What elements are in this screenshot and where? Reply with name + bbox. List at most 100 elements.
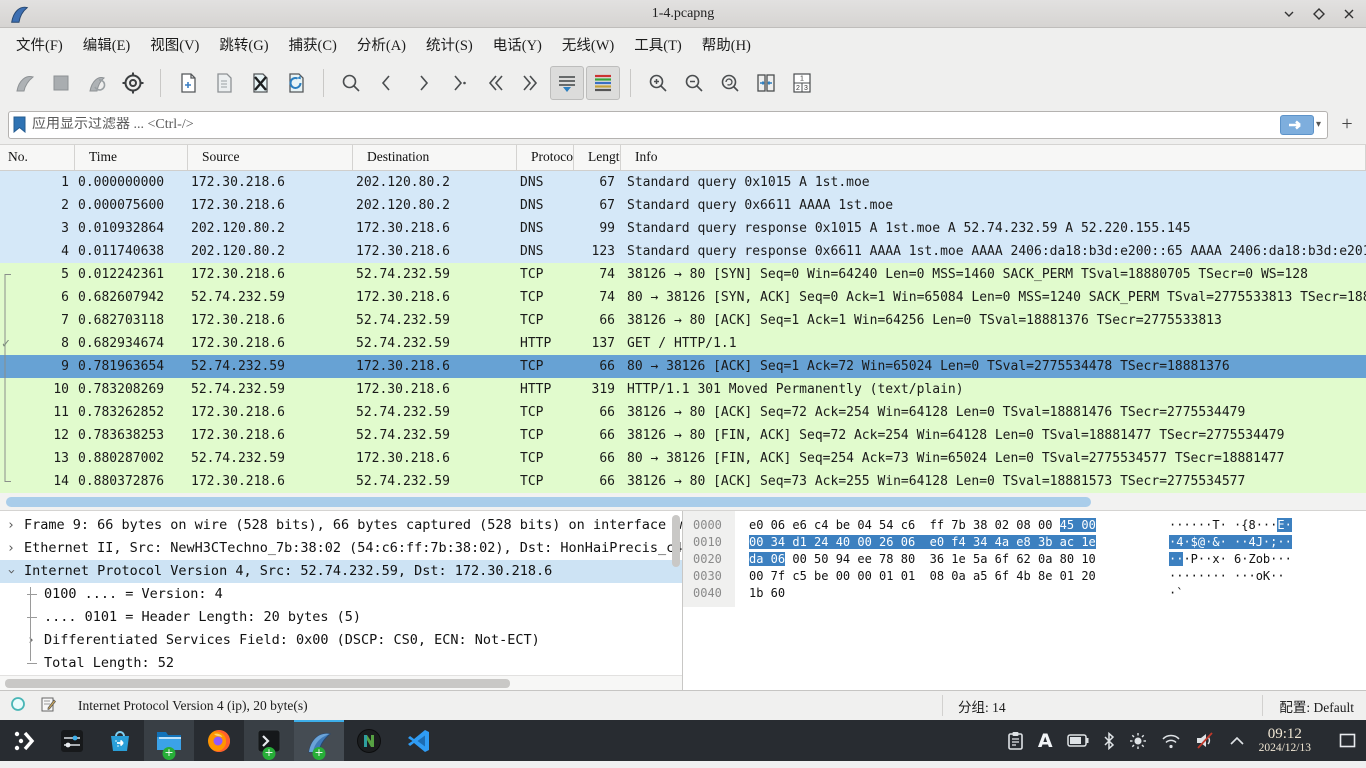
column-header-time[interactable]: Time (75, 145, 188, 170)
go-next-button[interactable] (406, 66, 440, 100)
menu-item[interactable]: 工具(T) (624, 30, 692, 59)
packet-list-hscroll-thumb[interactable] (6, 497, 1091, 507)
packet-row-4[interactable]: 40.011740638202.120.80.2172.30.218.6DNS1… (0, 240, 1366, 263)
discover-store-icon[interactable] (96, 720, 144, 761)
packet-row-14[interactable]: 140.880372876172.30.218.652.74.232.59TCP… (0, 470, 1366, 493)
collapse-arrow-icon[interactable]: › (0, 568, 22, 576)
go-first-packet-button[interactable] (478, 66, 512, 100)
expert-info-icon[interactable] (10, 696, 26, 716)
colorize-toggle[interactable] (586, 66, 620, 100)
menu-item[interactable]: 分析(A) (347, 30, 416, 59)
hex-line-0010[interactable]: 001000 34 d1 24 40 00 26 06 e0 f4 34 4a … (683, 534, 1366, 551)
resize-columns-button[interactable] (749, 66, 783, 100)
details-hscrollbar[interactable] (0, 675, 682, 690)
packet-row-12[interactable]: 120.783638253172.30.218.652.74.232.59TCP… (0, 424, 1366, 447)
system-settings-icon[interactable] (48, 720, 96, 761)
packet-row-7[interactable]: 70.682703118172.30.218.652.74.232.59TCP6… (0, 309, 1366, 332)
packet-row-9[interactable]: 90.78196365452.74.232.59172.30.218.6TCP6… (0, 355, 1366, 378)
detail-line-3[interactable]: ›Internet Protocol Version 4, Src: 52.74… (0, 560, 682, 583)
expand-arrow-icon[interactable]: › (7, 514, 15, 537)
detail-line-5[interactable]: .... 0101 = Header Length: 20 bytes (5) (0, 606, 682, 629)
menu-item[interactable]: 无线(W) (552, 30, 624, 59)
find-packet-button[interactable] (334, 66, 368, 100)
open-capture-button[interactable] (171, 66, 205, 100)
wifi-tray-icon[interactable] (1161, 733, 1181, 749)
tray-expander-icon[interactable] (1229, 736, 1245, 746)
hex-line-0040[interactable]: 00401b 60·` (683, 585, 1366, 602)
auto-scroll-toggle[interactable] (550, 66, 584, 100)
menu-item[interactable]: 文件(F) (6, 30, 73, 59)
task-wireshark[interactable]: + (294, 720, 344, 761)
capture-comment-icon[interactable] (40, 696, 56, 716)
detail-line-2[interactable]: ›Ethernet II, Src: NewH3CTechno_7b:38:02… (0, 537, 682, 560)
packet-row-2[interactable]: 20.000075600172.30.218.6202.120.80.2DNS6… (0, 194, 1366, 217)
zoom-out-button[interactable] (677, 66, 711, 100)
show-desktop-icon[interactable] (1339, 733, 1356, 748)
hex-line-0020[interactable]: 0020da 06 00 50 94 ee 78 80 36 1e 5a 6f … (683, 551, 1366, 568)
packet-row-13[interactable]: 130.88028700252.74.232.59172.30.218.6TCP… (0, 447, 1366, 470)
column-header-no[interactable]: No. (0, 145, 75, 170)
column-header-info[interactable]: Info (621, 145, 1366, 170)
maximize-button[interactable] (1312, 7, 1326, 21)
packet-row-3[interactable]: 30.010932864202.120.80.2172.30.218.6DNS9… (0, 217, 1366, 240)
detail-line-6[interactable]: ›Differentiated Services Field: 0x00 (DS… (0, 629, 682, 652)
hex-line-0000[interactable]: 0000e0 06 e6 c4 be 04 54 c6 ff 7b 38 02 … (683, 517, 1366, 534)
battery-tray-icon[interactable] (1067, 734, 1089, 747)
menu-item[interactable]: 捕获(C) (279, 30, 347, 59)
hex-line-0030[interactable]: 003000 7f c5 be 00 00 01 01 08 0a a5 6f … (683, 568, 1366, 585)
zoom-reset-button[interactable] (713, 66, 747, 100)
clipboard-tray-icon[interactable] (1007, 731, 1024, 750)
menu-item[interactable]: 编辑(E) (73, 30, 141, 59)
task-terminal[interactable]: + (244, 720, 294, 761)
menu-item[interactable]: 帮助(H) (692, 30, 761, 59)
column-header-destination[interactable]: Destination (353, 145, 517, 170)
packet-row-10[interactable]: 100.78320826952.74.232.59172.30.218.6HTT… (0, 378, 1366, 401)
detail-line-7[interactable]: Total Length: 52 (0, 652, 682, 675)
display-filter-input[interactable] (32, 117, 1280, 133)
app-launcher-icon[interactable] (0, 720, 48, 761)
reload-capture-button[interactable] (279, 66, 313, 100)
column-header-source[interactable]: Source (188, 145, 353, 170)
menu-item[interactable]: 跳转(G) (209, 30, 278, 59)
go-previous-button[interactable] (370, 66, 404, 100)
volume-muted-tray-icon[interactable] (1195, 732, 1215, 749)
zoom-in-button[interactable] (641, 66, 675, 100)
apply-filter-button[interactable] (1280, 115, 1314, 135)
expand-arrow-icon[interactable]: › (7, 537, 15, 560)
capture-options-button[interactable] (116, 66, 150, 100)
task-file-manager[interactable]: + (144, 720, 194, 761)
numbered-columns-button[interactable]: 123 (785, 66, 819, 100)
packet-row-6[interactable]: 60.68260794252.74.232.59172.30.218.6TCP7… (0, 286, 1366, 309)
column-header-length[interactable]: Length (574, 145, 621, 170)
task-firefox[interactable] (194, 720, 244, 761)
details-hscroll-thumb[interactable] (5, 679, 510, 688)
save-capture-button[interactable] (207, 66, 241, 100)
filter-dropdown-caret[interactable]: ▾ (1316, 119, 1321, 130)
menu-item[interactable]: 电话(Y) (483, 30, 552, 59)
close-button[interactable] (1342, 7, 1356, 21)
details-vscroll-thumb[interactable] (672, 515, 680, 567)
menu-item[interactable]: 视图(V) (140, 30, 209, 59)
keyboard-layout-tray-icon[interactable]: A (1038, 730, 1053, 752)
go-to-packet-button[interactable] (442, 66, 476, 100)
minimize-button[interactable] (1282, 7, 1296, 21)
brightness-tray-icon[interactable] (1129, 732, 1147, 750)
detail-line-1[interactable]: ›Frame 9: 66 bytes on wire (528 bits), 6… (0, 514, 682, 537)
close-capture-button[interactable] (243, 66, 277, 100)
detail-line-4[interactable]: 0100 .... = Version: 4 (0, 583, 682, 606)
task-vscode[interactable] (394, 720, 444, 761)
capture-restart-button[interactable] (80, 66, 114, 100)
go-last-packet-button[interactable] (514, 66, 548, 100)
capture-start-button[interactable] (8, 66, 42, 100)
packet-row-8[interactable]: 80.682934674172.30.218.652.74.232.59HTTP… (0, 332, 1366, 355)
packet-row-11[interactable]: 110.783262852172.30.218.652.74.232.59TCP… (0, 401, 1366, 424)
capture-stop-button[interactable] (44, 66, 78, 100)
status-profile[interactable]: 配置: Default (1279, 696, 1354, 716)
column-header-protocol[interactable]: Protocol (517, 145, 574, 170)
bluetooth-tray-icon[interactable] (1103, 732, 1115, 750)
display-filter-field[interactable]: ▾ (8, 111, 1328, 139)
packet-list-hscrollbar[interactable] (0, 493, 1366, 511)
add-filter-button[interactable]: + (1336, 113, 1358, 136)
menu-item[interactable]: 统计(S) (416, 30, 483, 59)
task-neovim[interactable] (344, 720, 394, 761)
